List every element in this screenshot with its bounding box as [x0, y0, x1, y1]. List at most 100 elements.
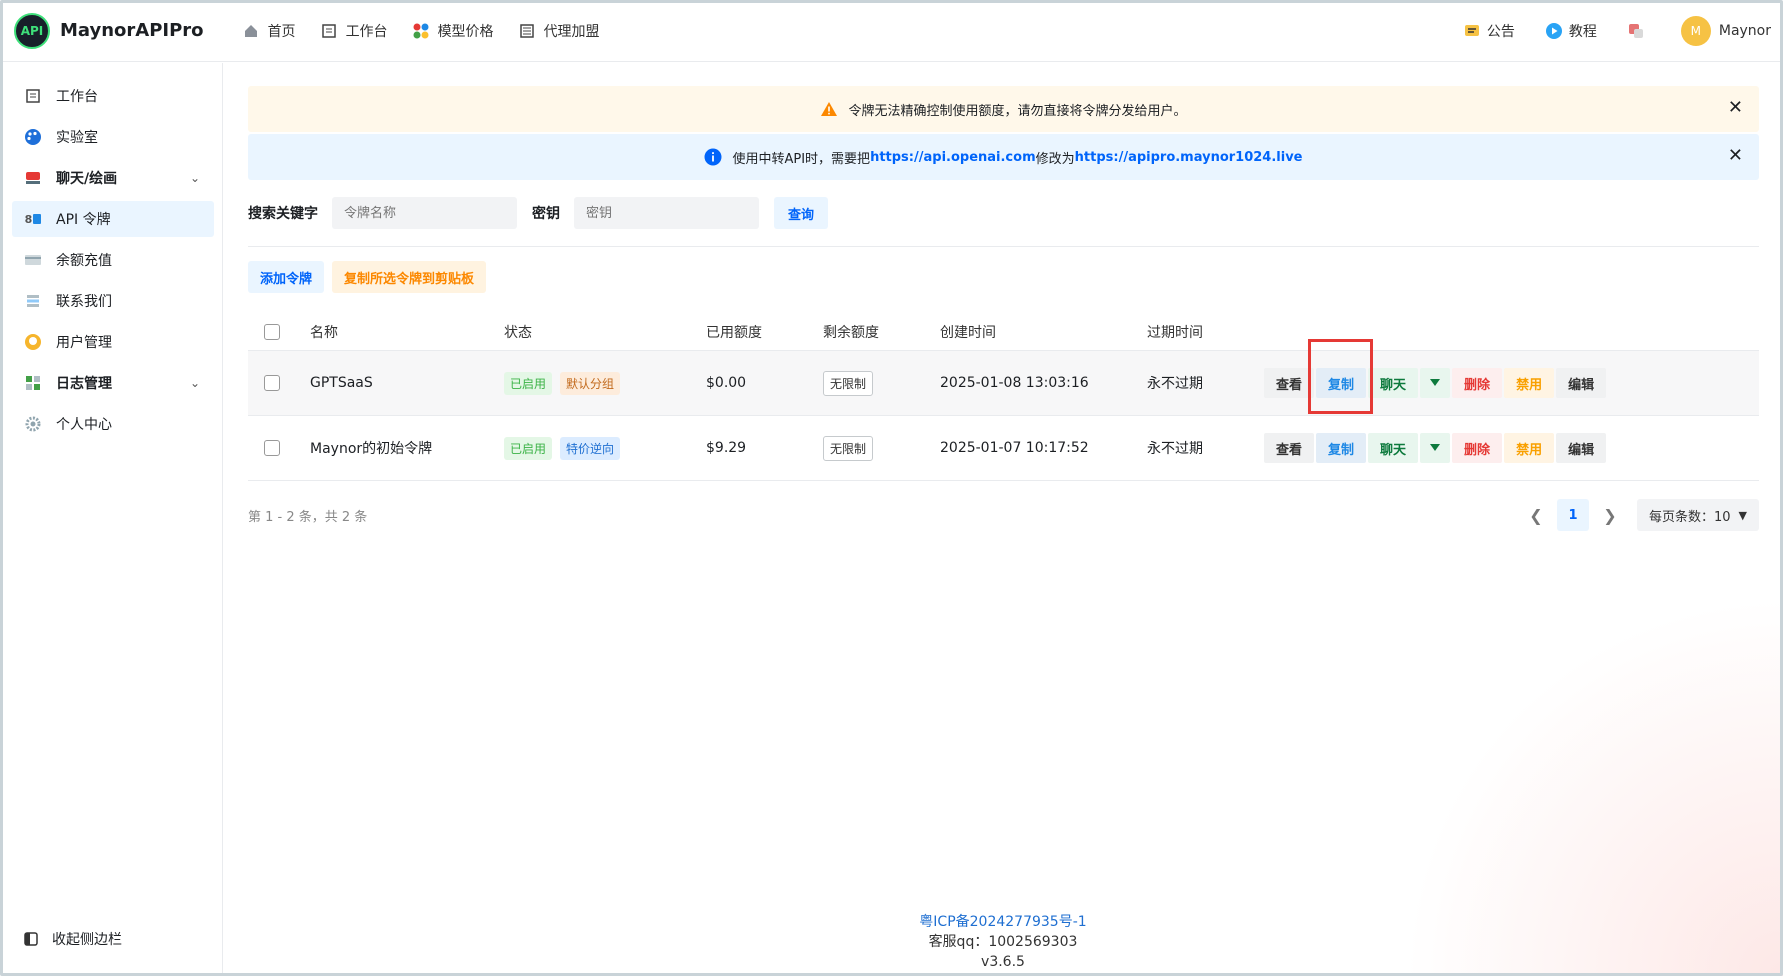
sidebar-item-lab[interactable]: 实验室 [12, 119, 214, 155]
search-form: 搜索关键字 密钥 查询 [248, 196, 1759, 230]
translate-icon [1627, 22, 1645, 40]
log-icon [24, 374, 42, 392]
announcement-label: 公告 [1486, 24, 1515, 40]
translate-button[interactable] [1627, 22, 1651, 40]
delete-button[interactable]: 删除 [1452, 433, 1503, 463]
delete-button[interactable]: 删除 [1452, 368, 1503, 398]
used-quota: $0.00 [706, 375, 747, 391]
workbench-icon [24, 87, 42, 105]
keyword-input[interactable] [332, 197, 517, 229]
wallet-icon [24, 251, 42, 269]
chat-button[interactable]: 聊天 [1368, 433, 1419, 463]
page-number[interactable]: 1 [1556, 499, 1589, 531]
sidebar-item-label: 实验室 [56, 130, 98, 146]
announcement-icon [1463, 22, 1481, 40]
info-banner: 使用中转API时，需要把 https://api.openai.com 修改为 htt… [248, 134, 1759, 180]
sidebar-item-workbench[interactable]: 工作台 [12, 78, 214, 114]
home-icon [242, 22, 260, 40]
header-right: 公告 教程 M Maynor [1463, 0, 1783, 62]
select-all-checkbox[interactable] [264, 323, 280, 340]
nav-workbench-label: 工作台 [345, 23, 388, 40]
info-text-prefix: 使用中转API时，需要把 [732, 151, 871, 167]
close-icon[interactable]: ✕ [1728, 99, 1743, 117]
sidebar-item-label: 余额充值 [56, 253, 112, 269]
logo[interactable]: API MaynorAPIPro [14, 12, 204, 49]
page-size-label: 每页条数：10 [1648, 509, 1731, 525]
token-table: 名称 状态 已用额度 剩余额度 创建时间 过期时间 GPTSaaS 已启用 默认… [248, 313, 1759, 481]
edit-button[interactable]: 编辑 [1556, 433, 1607, 463]
row-checkbox[interactable] [264, 375, 280, 391]
sidebar-item-contact[interactable]: 联系我们 [12, 283, 214, 319]
group-badge: 特价逆向 [560, 436, 621, 460]
expire-time: 永不过期 [1147, 376, 1203, 392]
model-price-icon [412, 22, 430, 40]
collapse-sidebar-button[interactable]: 收起侧边栏 [12, 929, 122, 949]
query-button[interactable]: 查询 [774, 197, 829, 229]
view-button[interactable]: 查看 [1264, 368, 1315, 398]
next-page-icon[interactable]: ❯ [1595, 500, 1625, 530]
token-name: GPTSaaS [310, 375, 373, 391]
header-name: 名称 [310, 324, 338, 341]
view-button[interactable]: 查看 [1264, 433, 1315, 463]
disable-button[interactable]: 禁用 [1504, 433, 1555, 463]
nav-model-price[interactable]: 模型价格 [412, 21, 494, 41]
user-name: Maynor [1718, 23, 1771, 39]
group-badge: 默认分组 [560, 371, 621, 395]
sidebar-item-api-token[interactable]: 8 API 令牌 [12, 201, 214, 237]
header-used: 已用额度 [706, 324, 762, 341]
sidebar-collapse-icon [24, 932, 38, 946]
nav-agent-label: 代理加盟 [543, 23, 600, 40]
app-name: MaynorAPIPro [60, 20, 204, 41]
openai-link[interactable]: https://api.openai.com [870, 150, 1036, 165]
nav-model-price-label: 模型价格 [437, 23, 494, 40]
copy-selected-button[interactable]: 复制所选令牌到剪贴板 [332, 261, 487, 293]
nav-agent[interactable]: 代理加盟 [518, 21, 600, 41]
header-created: 创建时间 [940, 324, 996, 341]
announcement-button[interactable]: 公告 [1463, 21, 1515, 41]
caret-down-icon [1430, 379, 1441, 386]
key-input[interactable] [574, 197, 759, 229]
sidebar-item-label: 用户管理 [56, 335, 112, 351]
expire-time: 永不过期 [1147, 441, 1203, 457]
warning-icon [820, 100, 838, 118]
chevron-down-icon[interactable]: ⌄ [190, 376, 200, 390]
created-time: 2025-01-07 10:17:52 [940, 440, 1089, 456]
copy-button[interactable]: 复制 [1316, 433, 1367, 463]
close-icon[interactable]: ✕ [1728, 147, 1743, 165]
status-badge: 已启用 [504, 436, 553, 460]
sidebar-item-profile[interactable]: 个人中心 [12, 406, 214, 442]
edit-button[interactable]: 编辑 [1556, 368, 1607, 398]
row-checkbox[interactable] [264, 440, 280, 456]
sidebar-item-recharge[interactable]: 余额充值 [12, 242, 214, 278]
tutorial-button[interactable]: 教程 [1545, 21, 1597, 41]
prev-page-icon[interactable]: ❮ [1521, 500, 1551, 530]
sidebar-item-chat-paint[interactable]: 聊天/绘画 ⌄ [12, 160, 214, 196]
page-size-select[interactable]: 每页条数：10 ▼ [1636, 499, 1759, 531]
chat-button[interactable]: 聊天 [1368, 368, 1419, 398]
icp-link[interactable]: 粤ICP备2024277935号-1 [919, 914, 1086, 930]
key-label: 密钥 [532, 206, 560, 222]
sidebar-item-users[interactable]: 用户管理 [12, 324, 214, 360]
add-token-button[interactable]: 添加令牌 [248, 261, 325, 293]
copy-button[interactable]: 复制 [1316, 368, 1367, 398]
chat-dropdown-button[interactable] [1420, 368, 1451, 398]
created-time: 2025-01-08 13:03:16 [940, 375, 1089, 391]
top-nav: 首页 工作台 模型价格 代理加盟 [242, 21, 624, 41]
proxy-link[interactable]: https://apipro.maynor1024.live [1075, 150, 1303, 165]
api-key-icon: 8 [24, 210, 42, 228]
table-row[interactable]: Maynor的初始令牌 已启用 特价逆向 $9.29 无限制 2025-01-0… [248, 416, 1759, 481]
main-content: 令牌无法精确控制使用额度，请勿直接将令牌分发给用户。 ✕ 使用中转API时，需要… [248, 86, 1759, 531]
nav-workbench[interactable]: 工作台 [320, 21, 388, 41]
chat-dropdown-button[interactable] [1420, 433, 1451, 463]
sidebar-item-logs[interactable]: 日志管理 ⌄ [12, 365, 214, 401]
footer: 粤ICP备2024277935号-1 客服qq：1002569303 v3.6.… [223, 912, 1783, 972]
table-row[interactable]: GPTSaaS 已启用 默认分组 $0.00 无限制 2025-01-08 13… [248, 351, 1759, 416]
nav-home[interactable]: 首页 [242, 21, 296, 41]
nav-home-label: 首页 [267, 23, 296, 40]
pagination-row: 第 1 - 2 条，共 2 条 ❮ 1 ❯ 每页条数：10 ▼ [248, 499, 1759, 531]
disable-button[interactable]: 禁用 [1504, 368, 1555, 398]
collapse-sidebar-label: 收起侧边栏 [52, 932, 122, 948]
action-bar: 添加令牌 复制所选令牌到剪贴板 [248, 261, 1759, 293]
chevron-down-icon[interactable]: ⌄ [190, 171, 200, 185]
user-menu[interactable]: M Maynor [1680, 16, 1771, 46]
